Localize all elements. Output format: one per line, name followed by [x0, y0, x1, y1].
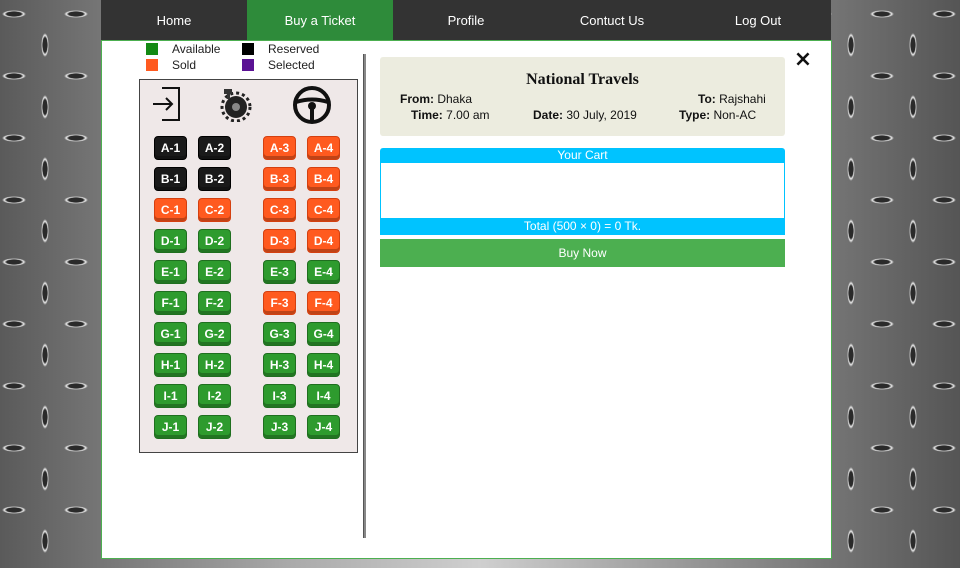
legend-selected: Selected: [242, 58, 315, 72]
from-row: From: Dhaka: [400, 92, 472, 106]
seat-c-2[interactable]: C-2: [198, 198, 231, 222]
seat-h-3[interactable]: H-3: [263, 353, 296, 377]
seat-f-2[interactable]: F-2: [198, 291, 231, 315]
seat-d-3[interactable]: D-3: [263, 229, 296, 253]
reserved-swatch: [242, 43, 254, 55]
nav-home[interactable]: Home: [101, 0, 247, 40]
top-nav: Home Buy a Ticket Profile Contuct Us Log…: [101, 0, 831, 40]
cart-total: Total (500 × 0) = 0 Tk.: [380, 218, 785, 235]
date-value: 30 July, 2019: [566, 108, 637, 122]
seat-f-4[interactable]: F-4: [307, 291, 340, 315]
trip-info-panel: National Travels From: Dhaka To: Rajshah…: [380, 57, 785, 136]
seat-b-2[interactable]: B-2: [198, 167, 231, 191]
time-value: 7.00 am: [446, 108, 490, 122]
seat-d-4[interactable]: D-4: [307, 229, 340, 253]
seat-h-4[interactable]: H-4: [307, 353, 340, 377]
selected-swatch: [242, 59, 254, 71]
time-row: Time: 7.00 am: [411, 108, 490, 122]
from-label: From:: [400, 92, 434, 106]
to-row: To: Rajshahi: [698, 92, 766, 106]
seat-e-3[interactable]: E-3: [263, 260, 296, 284]
seat-b-4[interactable]: B-4: [307, 167, 340, 191]
nav-buy-ticket[interactable]: Buy a Ticket: [247, 0, 393, 40]
from-value: Dhaka: [437, 92, 473, 106]
seat-j-4[interactable]: J-4: [307, 415, 340, 439]
seat-i-3[interactable]: I-3: [263, 384, 296, 408]
seat-a-1[interactable]: A-1: [154, 136, 187, 160]
seat-d-1[interactable]: D-1: [154, 229, 187, 253]
date-row: Date: 30 July, 2019: [533, 108, 637, 122]
buy-now-button[interactable]: Buy Now: [380, 239, 785, 267]
seat-a-4[interactable]: A-4: [307, 136, 340, 160]
legend-sold-label: Sold: [172, 58, 197, 72]
type-value: Non-AC: [713, 108, 757, 122]
seat-g-3[interactable]: G-3: [263, 322, 296, 346]
to-value: Rajshahi: [719, 92, 766, 106]
seat-j-2[interactable]: J-2: [198, 415, 231, 439]
steering-wheel-icon: [293, 86, 331, 124]
seat-f-1[interactable]: F-1: [154, 291, 187, 315]
cart-title: Your Cart: [380, 148, 785, 163]
seat-i-1[interactable]: I-1: [154, 384, 187, 408]
engine-gear-icon: [220, 89, 252, 122]
nav-profile[interactable]: Profile: [393, 0, 539, 40]
legend-sold: Sold: [146, 58, 196, 72]
seat-h-2[interactable]: H-2: [198, 353, 231, 377]
company-name: National Travels: [526, 71, 639, 88]
legend-reserved: Reserved: [242, 42, 319, 56]
seat-a-2[interactable]: A-2: [198, 136, 231, 160]
seat-a-3[interactable]: A-3: [263, 136, 296, 160]
seat-f-3[interactable]: F-3: [263, 291, 296, 315]
seat-e-2[interactable]: E-2: [198, 260, 231, 284]
time-label: Time:: [411, 108, 443, 122]
nav-contact[interactable]: Contuct Us: [539, 0, 685, 40]
cart-items-area: [380, 163, 785, 218]
date-label: Date:: [533, 108, 564, 122]
seat-c-4[interactable]: C-4: [307, 198, 340, 222]
seat-j-1[interactable]: J-1: [154, 415, 187, 439]
close-icon[interactable]: ×: [793, 49, 813, 71]
seat-c-3[interactable]: C-3: [263, 198, 296, 222]
panel-divider: [363, 54, 366, 538]
seat-i-4[interactable]: I-4: [307, 384, 340, 408]
seat-g-4[interactable]: G-4: [307, 322, 340, 346]
legend-reserved-label: Reserved: [268, 42, 320, 56]
seat-g-1[interactable]: G-1: [154, 322, 187, 346]
bus-seat-map: A-1 A-2 A-3 A-4 B-1 B-2 B-3 B-4 C-1 C-2 C-3 C-4 D-1 D…: [139, 79, 358, 453]
seat-j-3[interactable]: J-3: [263, 415, 296, 439]
sold-swatch: [146, 59, 158, 71]
seat-b-3[interactable]: B-3: [263, 167, 296, 191]
seat-legend: Available Reserved Sold Selected: [146, 42, 336, 74]
to-label: To:: [698, 92, 716, 106]
exit-door-icon: [153, 87, 180, 121]
legend-selected-label: Selected: [268, 58, 315, 72]
type-row: Type: Non-AC: [679, 108, 756, 122]
seat-e-4[interactable]: E-4: [307, 260, 340, 284]
seat-i-2[interactable]: I-2: [198, 384, 231, 408]
seat-d-2[interactable]: D-2: [198, 229, 231, 253]
seat-g-2[interactable]: G-2: [198, 322, 231, 346]
nav-logout[interactable]: Log Out: [685, 0, 831, 40]
seat-h-1[interactable]: H-1: [154, 353, 187, 377]
type-label: Type:: [679, 108, 711, 122]
seat-b-1[interactable]: B-1: [154, 167, 187, 191]
legend-available-label: Available: [172, 42, 221, 56]
legend-available: Available: [146, 42, 220, 56]
seat-e-1[interactable]: E-1: [154, 260, 187, 284]
available-swatch: [146, 43, 158, 55]
seat-c-1[interactable]: C-1: [154, 198, 187, 222]
